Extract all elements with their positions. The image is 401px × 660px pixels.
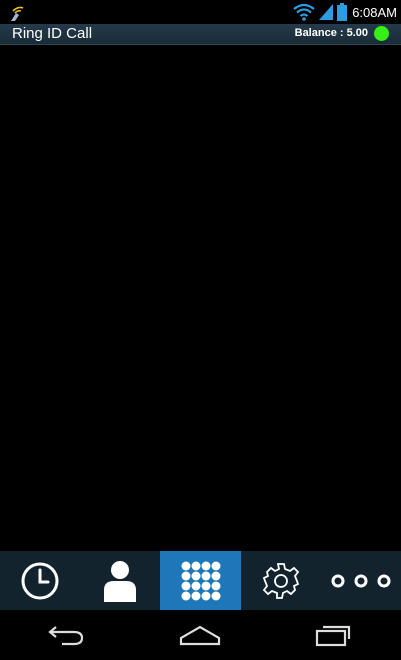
status-bar: 6:08AM bbox=[0, 0, 401, 24]
app-header: Ring ID Call Balance : 5.00 bbox=[0, 24, 401, 45]
balance-label: Balance : 5.00 bbox=[294, 27, 368, 39]
recent-apps-button[interactable] bbox=[304, 615, 364, 655]
main-content bbox=[0, 45, 401, 551]
tab-settings[interactable] bbox=[241, 551, 321, 610]
clock-icon bbox=[21, 562, 59, 599]
app-notification-icon bbox=[11, 6, 24, 21]
tab-contacts[interactable] bbox=[80, 551, 160, 610]
home-button[interactable] bbox=[170, 615, 230, 655]
back-button[interactable] bbox=[37, 615, 97, 655]
home-icon bbox=[180, 625, 221, 646]
back-icon bbox=[48, 626, 83, 646]
app-title: Ring ID Call bbox=[12, 25, 93, 42]
more-icon bbox=[331, 574, 391, 587]
system-nav-bar bbox=[0, 610, 401, 660]
tab-recents[interactable] bbox=[0, 551, 80, 610]
clock-time: 6:08AM bbox=[352, 4, 397, 20]
recent-apps-icon bbox=[316, 625, 351, 647]
bottom-tab-bar bbox=[0, 551, 401, 610]
tab-dialpad[interactable] bbox=[160, 551, 241, 610]
battery-icon bbox=[337, 3, 348, 21]
wifi-icon bbox=[293, 3, 315, 21]
gear-icon bbox=[262, 562, 299, 599]
person-icon bbox=[104, 560, 137, 602]
signal-icon bbox=[319, 4, 334, 20]
tab-more[interactable] bbox=[321, 551, 401, 610]
online-status-indicator bbox=[374, 26, 389, 41]
dialpad-icon bbox=[181, 561, 220, 600]
